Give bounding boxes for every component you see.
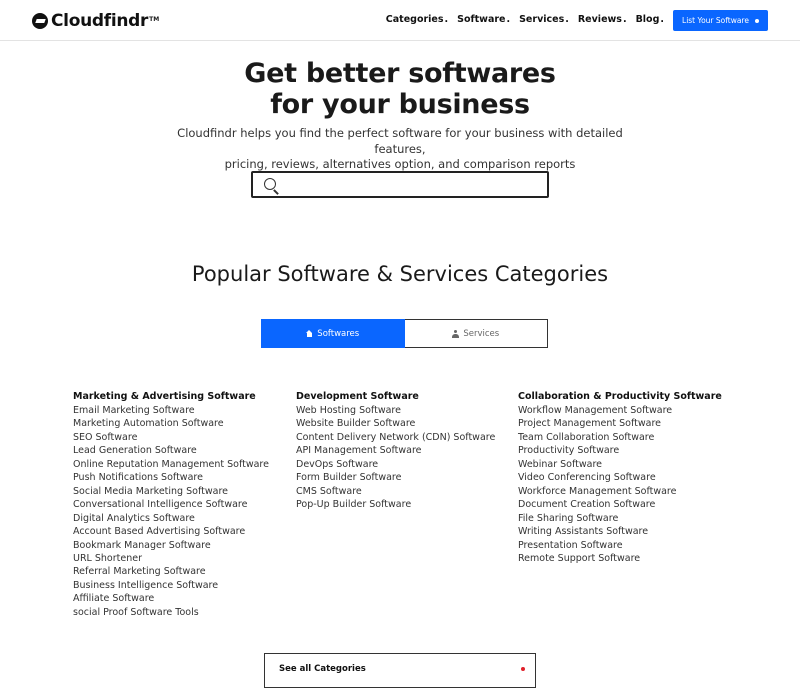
category-list: Web Hosting Software Website Builder Sof…	[296, 404, 516, 512]
category-link[interactable]: Lead Generation Software	[73, 444, 293, 457]
main-nav: Categories Software Services Reviews Blo…	[386, 14, 664, 25]
category-link[interactable]: Affiliate Software	[73, 592, 293, 605]
nav-reviews[interactable]: Reviews	[578, 14, 627, 25]
dot-icon	[521, 667, 525, 671]
home-icon	[306, 330, 313, 337]
category-link[interactable]: Email Marketing Software	[73, 404, 293, 417]
nav-software[interactable]: Software	[457, 14, 510, 25]
category-link[interactable]: Document Creation Software	[518, 498, 738, 511]
category-link[interactable]: Team Collaboration Software	[518, 431, 738, 444]
see-all-categories-button[interactable]: See all Categories	[264, 653, 536, 688]
category-link[interactable]: Conversational Intelligence Software	[73, 498, 293, 511]
category-link[interactable]: URL Shortener	[73, 552, 293, 565]
category-link[interactable]: Account Based Advertising Software	[73, 525, 293, 538]
list-your-software-button[interactable]: List Your Software	[673, 10, 768, 31]
hero-subtitle-line-1: Cloudfindr helps you find the perfect so…	[177, 126, 623, 156]
see-all-categories-label: See all Categories	[279, 664, 366, 674]
search-input[interactable]	[283, 175, 547, 196]
list-your-software-label: List Your Software	[682, 16, 749, 25]
category-link[interactable]: Form Builder Software	[296, 471, 516, 484]
category-link[interactable]: File Sharing Software	[518, 512, 738, 525]
cloudfindr-logo-icon	[32, 13, 48, 29]
category-link[interactable]: Content Delivery Network (CDN) Software	[296, 431, 516, 444]
category-tabs: Softwares Services	[261, 319, 548, 348]
category-link[interactable]: Online Reputation Management Software	[73, 458, 293, 471]
tab-services-label: Services	[463, 328, 500, 339]
search-box[interactable]	[251, 171, 549, 198]
nav-categories[interactable]: Categories	[386, 14, 448, 25]
category-link[interactable]: Video Conferencing Software	[518, 471, 738, 484]
category-link[interactable]: Website Builder Software	[296, 417, 516, 430]
site-header: Cloudfindr TM Categories Software Servic…	[0, 0, 800, 41]
category-link[interactable]: Web Hosting Software	[296, 404, 516, 417]
category-link[interactable]: CMS Software	[296, 485, 516, 498]
hero-title-line-2: for your business	[270, 89, 530, 120]
category-link[interactable]: Push Notifications Software	[73, 471, 293, 484]
category-link[interactable]: DevOps Software	[296, 458, 516, 471]
tab-softwares[interactable]: Softwares	[261, 319, 405, 348]
category-link[interactable]: Social Media Marketing Software	[73, 485, 293, 498]
search-icon	[264, 178, 276, 190]
hero-subtitle: Cloudfindr helps you find the perfect so…	[150, 126, 650, 173]
categories-title: Popular Software & Services Categories	[191, 262, 609, 286]
category-link[interactable]: SEO Software	[73, 431, 293, 444]
category-link[interactable]: Digital Analytics Software	[73, 512, 293, 525]
logo-trademark: TM	[149, 15, 160, 23]
category-list: Email Marketing Software Marketing Autom…	[73, 404, 293, 619]
category-link[interactable]: API Management Software	[296, 444, 516, 457]
hero-title: Get better softwares for your business	[0, 58, 800, 120]
category-column-development: Development Software Web Hosting Softwar…	[296, 390, 516, 512]
category-link[interactable]: social Proof Software Tools	[73, 606, 293, 619]
tab-softwares-label: Softwares	[317, 328, 360, 339]
category-link[interactable]: Business Intelligence Software	[73, 579, 293, 592]
category-link[interactable]: Pop-Up Builder Software	[296, 498, 516, 511]
category-link[interactable]: Webinar Software	[518, 458, 738, 471]
category-link[interactable]: Project Management Software	[518, 417, 738, 430]
category-link[interactable]: Presentation Software	[518, 539, 738, 552]
category-column-marketing: Marketing & Advertising Software Email M…	[73, 390, 293, 619]
logo[interactable]: Cloudfindr TM	[32, 11, 159, 31]
category-link[interactable]: Productivity Software	[518, 444, 738, 457]
user-icon	[452, 329, 460, 338]
category-link[interactable]: Workflow Management Software	[518, 404, 738, 417]
column-title[interactable]: Collaboration & Productivity Software	[518, 390, 738, 403]
category-link[interactable]: Remote Support Software	[518, 552, 738, 565]
column-title[interactable]: Marketing & Advertising Software	[73, 390, 293, 403]
dot-icon	[754, 18, 759, 23]
category-link[interactable]: Marketing Automation Software	[73, 417, 293, 430]
category-column-collaboration: Collaboration & Productivity Software Wo…	[518, 390, 738, 565]
tab-services[interactable]: Services	[404, 319, 548, 348]
category-list: Workflow Management Software Project Man…	[518, 404, 738, 565]
category-link[interactable]: Writing Assistants Software	[518, 525, 738, 538]
hero-title-line-1: Get better softwares	[244, 58, 556, 89]
nav-services[interactable]: Services	[519, 14, 569, 25]
category-link[interactable]: Workforce Management Software	[518, 485, 738, 498]
column-title[interactable]: Development Software	[296, 390, 516, 403]
category-link[interactable]: Referral Marketing Software	[73, 565, 293, 578]
category-link[interactable]: Bookmark Manager Software	[73, 539, 293, 552]
logo-text: Cloudfindr	[51, 11, 149, 31]
nav-blog[interactable]: Blog	[636, 14, 664, 25]
